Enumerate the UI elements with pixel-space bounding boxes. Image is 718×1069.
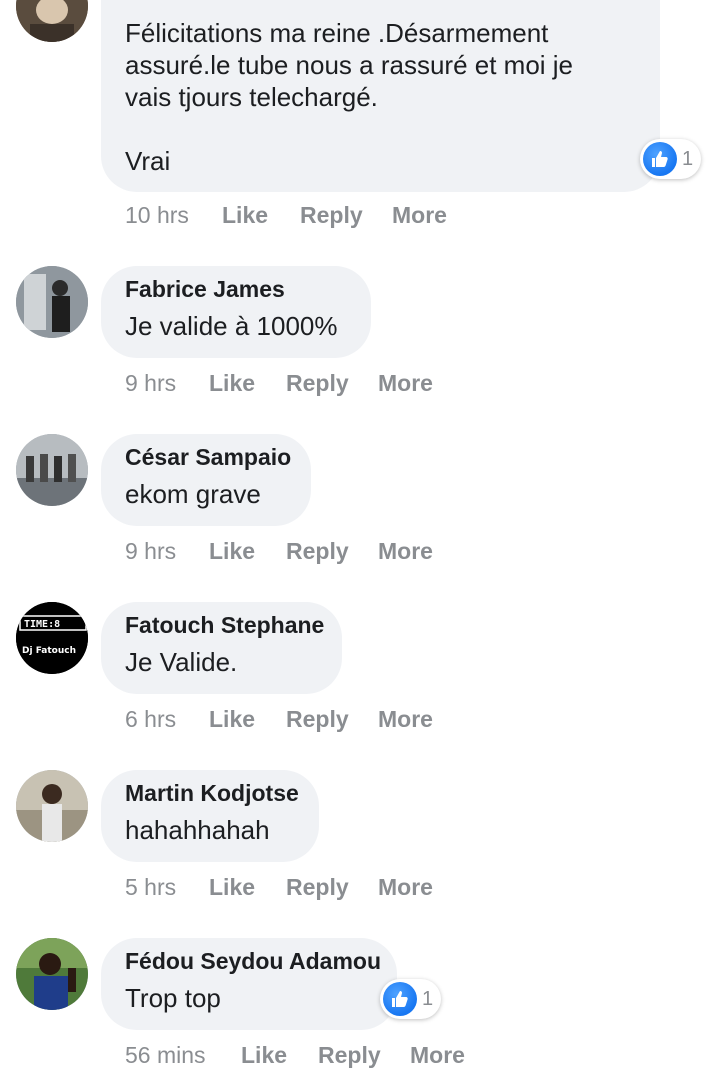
comment-text-line: assuré.le tube nous a rassuré et moi je xyxy=(125,50,574,80)
like-button[interactable]: Like xyxy=(222,202,268,229)
more-button[interactable]: More xyxy=(378,706,433,733)
avatar[interactable] xyxy=(16,770,88,842)
like-button[interactable]: Like xyxy=(209,370,255,397)
like-button[interactable]: Like xyxy=(241,1042,287,1069)
comment-text: Je valide à 1000% xyxy=(125,311,338,341)
avatar[interactable]: TIME:8 Dj Fatouch xyxy=(16,602,88,674)
avatar-text-time: TIME:8 xyxy=(24,619,60,630)
avatar[interactable] xyxy=(16,0,88,42)
comment-text: hahahhahah xyxy=(125,815,270,845)
reaction-count: 1 xyxy=(682,147,694,170)
more-button[interactable]: More xyxy=(410,1042,465,1069)
comment-bubble: Fatouch Stephane Je Valide. xyxy=(101,602,342,694)
more-button[interactable]: More xyxy=(378,874,433,901)
comment-bubble: Fabrice James Je valide à 1000% xyxy=(101,266,371,358)
comment-author[interactable]: Fatouch Stephane xyxy=(125,612,324,639)
comment-text: Je Valide. xyxy=(125,647,238,677)
like-button[interactable]: Like xyxy=(209,538,255,565)
more-button[interactable]: More xyxy=(392,202,447,229)
like-button[interactable]: Like xyxy=(209,874,255,901)
comment-bubble: César Sampaio ekom grave xyxy=(101,434,311,526)
avatar[interactable] xyxy=(16,938,88,1010)
comment-text: Trop top xyxy=(125,983,221,1013)
avatar[interactable] xyxy=(16,266,88,338)
avatar[interactable] xyxy=(16,434,88,506)
timestamp[interactable]: 6 hrs xyxy=(125,706,176,733)
comment-author[interactable]: Fabrice James xyxy=(125,276,285,303)
reply-button[interactable]: Reply xyxy=(286,370,349,397)
reaction-summary[interactable]: 1 xyxy=(640,139,702,179)
comment-author[interactable]: Fédou Seydou Adamou xyxy=(125,948,381,975)
comment-author[interactable]: Martin Kodjotse xyxy=(125,780,299,807)
reaction-summary[interactable]: 1 xyxy=(380,979,442,1019)
comment-text-line: Vrai xyxy=(125,146,171,176)
timestamp[interactable]: 10 hrs xyxy=(125,202,189,229)
timestamp[interactable]: 5 hrs xyxy=(125,874,176,901)
like-button[interactable]: Like xyxy=(209,706,255,733)
comment-text: ekom grave xyxy=(125,479,261,509)
reply-button[interactable]: Reply xyxy=(300,202,363,229)
comment-bubble: Martin Kodjotse hahahhahah xyxy=(101,770,319,862)
comment-text-line: Félicitations ma reine .Désarmement xyxy=(125,18,549,48)
avatar-text-dj: Dj Fatouch xyxy=(22,646,76,656)
more-button[interactable]: More xyxy=(378,370,433,397)
comment-bubble: Félicitations ma reine .Désarmement assu… xyxy=(101,0,660,192)
timestamp[interactable]: 56 mins xyxy=(125,1042,206,1069)
timestamp[interactable]: 9 hrs xyxy=(125,370,176,397)
reply-button[interactable]: Reply xyxy=(286,874,349,901)
reply-button[interactable]: Reply xyxy=(318,1042,381,1069)
comment-text-line: vais tjours telechargé. xyxy=(125,82,378,112)
reaction-count: 1 xyxy=(422,987,434,1010)
reply-button[interactable]: Reply xyxy=(286,538,349,565)
thumbs-up-icon xyxy=(643,142,677,176)
thumbs-up-icon xyxy=(383,982,417,1016)
timestamp[interactable]: 9 hrs xyxy=(125,538,176,565)
reply-button[interactable]: Reply xyxy=(286,706,349,733)
more-button[interactable]: More xyxy=(378,538,433,565)
comment-author[interactable]: César Sampaio xyxy=(125,444,291,471)
comment-bubble: Fédou Seydou Adamou Trop top xyxy=(101,938,397,1030)
